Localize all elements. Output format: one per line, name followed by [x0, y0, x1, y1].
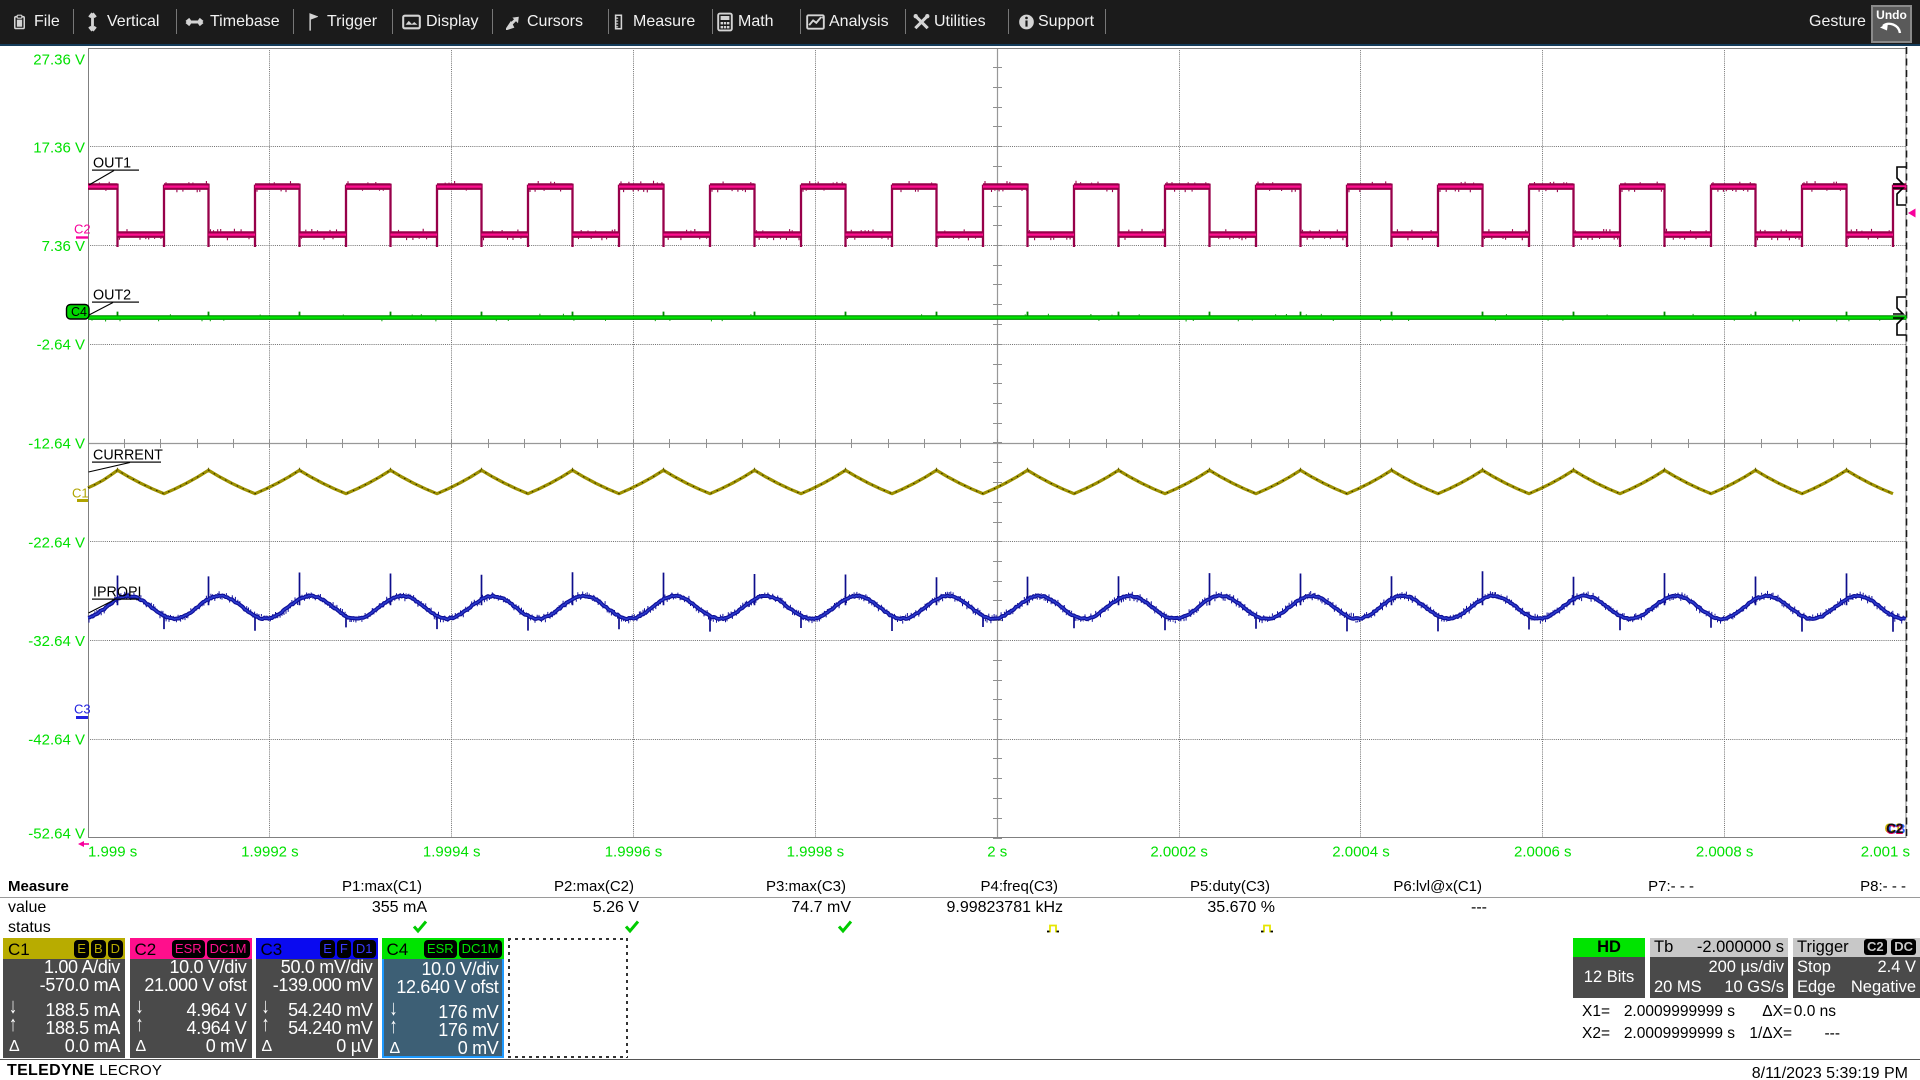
svg-text:7.36 V: 7.36 V: [42, 238, 85, 255]
svg-text:OUT1: OUT1: [93, 156, 131, 172]
svg-text:17.36 V: 17.36 V: [33, 140, 85, 157]
svg-text:1.9994 s: 1.9994 s: [423, 844, 481, 861]
svg-text:2.0002 s: 2.0002 s: [1150, 844, 1208, 861]
svg-text:C2: C2: [74, 222, 91, 237]
svg-text:C4: C4: [71, 305, 87, 319]
svg-text:-32.64 V: -32.64 V: [28, 633, 85, 650]
svg-text:C1: C1: [72, 486, 89, 501]
svg-text:OUT2: OUT2: [93, 288, 131, 304]
svg-text:2.001 s: 2.001 s: [1861, 844, 1910, 861]
svg-text:-12.64 V: -12.64 V: [28, 436, 85, 453]
svg-text:IPROPI: IPROPI: [93, 585, 141, 601]
svg-text:2.0006 s: 2.0006 s: [1514, 844, 1572, 861]
svg-text:27.36 V: 27.36 V: [33, 52, 85, 69]
svg-text:2 s: 2 s: [987, 844, 1007, 861]
svg-text:C3: C3: [74, 702, 91, 717]
svg-text:-52.64 V: -52.64 V: [28, 826, 85, 843]
svg-text:CURRENT: CURRENT: [93, 448, 163, 464]
svg-text:1.9996 s: 1.9996 s: [605, 844, 663, 861]
svg-text:-42.64 V: -42.64 V: [28, 732, 85, 749]
svg-text:1.9992 s: 1.9992 s: [241, 844, 299, 861]
svg-text:C2: C2: [1886, 821, 1903, 836]
svg-text:-2.64 V: -2.64 V: [37, 337, 85, 354]
svg-text:1.999 s: 1.999 s: [88, 844, 137, 861]
svg-text:2.0008 s: 2.0008 s: [1696, 844, 1754, 861]
svg-text:1.9998 s: 1.9998 s: [787, 844, 845, 861]
svg-text:2.0004 s: 2.0004 s: [1332, 844, 1390, 861]
svg-text:-22.64 V: -22.64 V: [28, 535, 85, 552]
